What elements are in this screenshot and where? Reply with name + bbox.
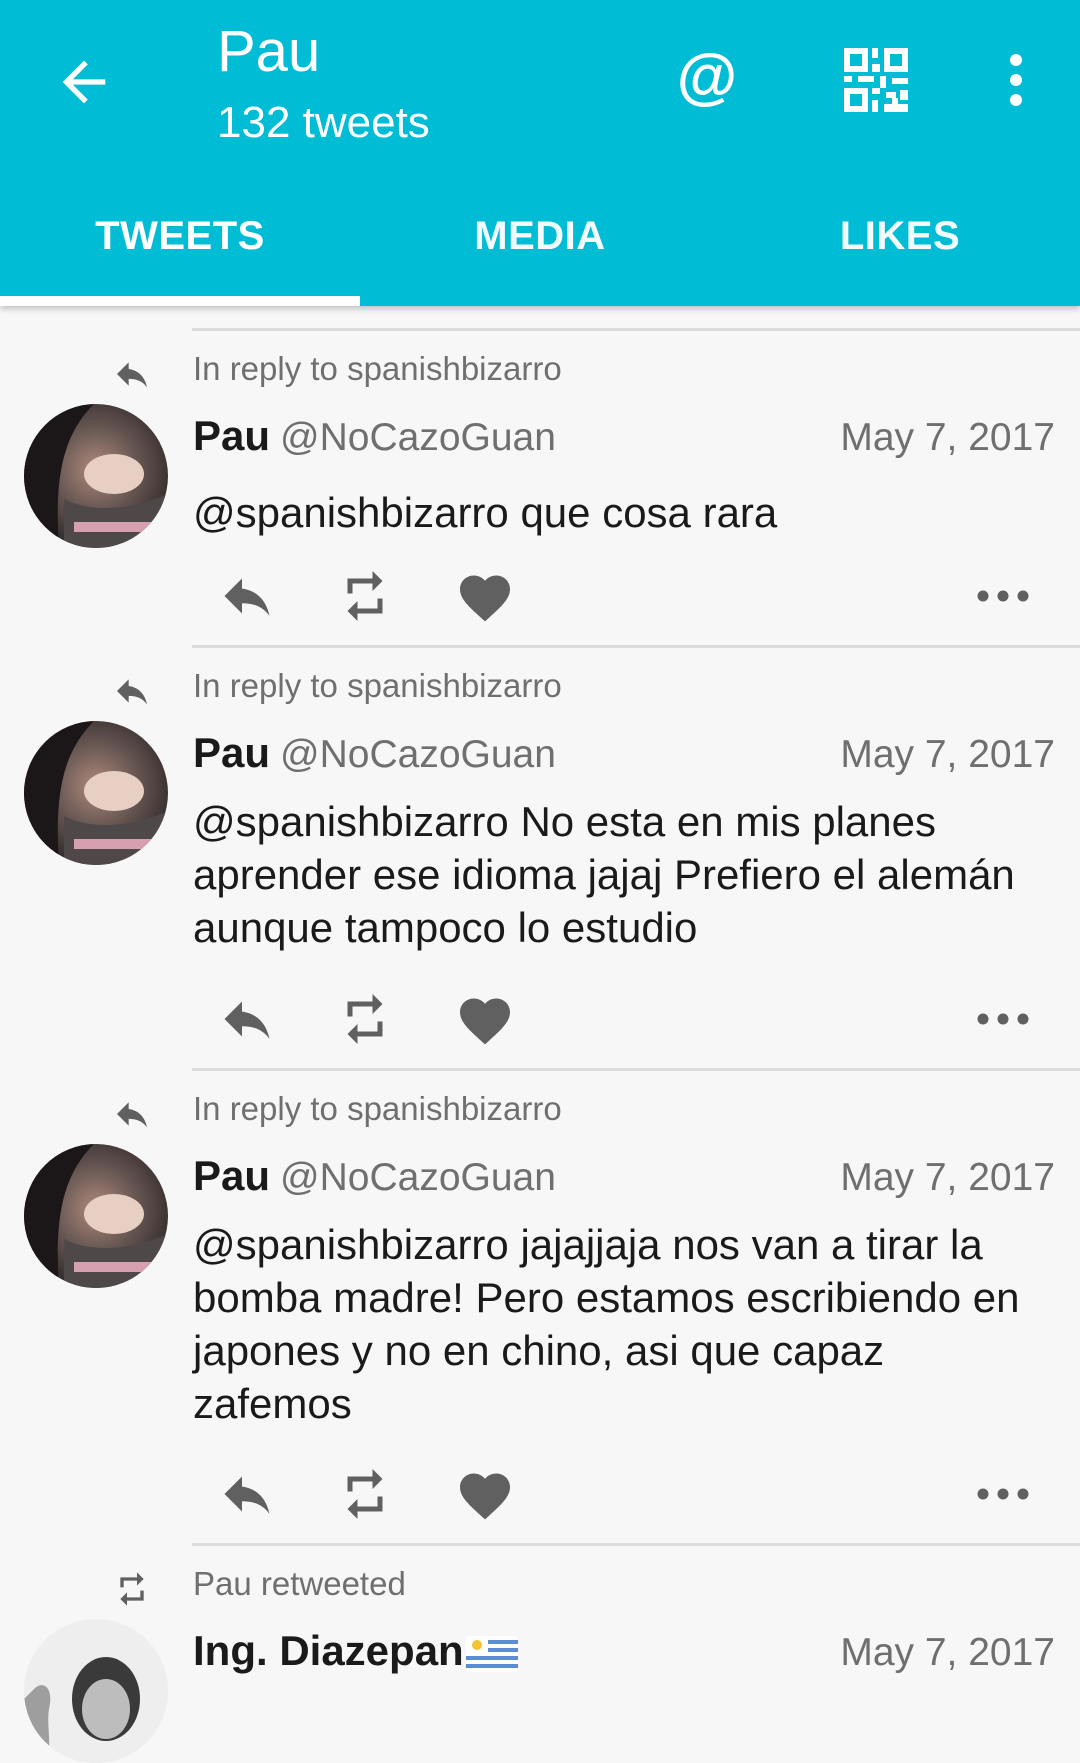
author-line: Ing. Diazepan (193, 1627, 518, 1675)
retweet-icon[interactable] (330, 566, 400, 626)
avatar[interactable] (24, 1619, 168, 1763)
qr-code-button[interactable] (844, 48, 908, 112)
overflow-menu-icon (1010, 54, 1022, 106)
more-options-icon[interactable] (968, 989, 1038, 1049)
reply-icon[interactable] (212, 1464, 282, 1524)
avatar[interactable] (24, 1144, 168, 1288)
at-mention-icon[interactable]: @ (676, 42, 738, 112)
author-handle[interactable]: @NoCazoGuan (280, 733, 556, 776)
uruguay-flag-icon (465, 1635, 518, 1672)
divider (192, 1543, 1080, 1546)
tab-indicator (0, 296, 360, 306)
reply-context-icon (108, 671, 156, 711)
tab-likes[interactable]: LIKES (720, 186, 1080, 306)
tab-media[interactable]: MEDIA (360, 186, 720, 306)
author-name[interactable]: Pau (193, 412, 270, 459)
divider (192, 328, 1080, 331)
reply-context-icon (108, 1094, 156, 1134)
divider (192, 1068, 1080, 1071)
tweet-date: May 7, 2017 (840, 1156, 1055, 1199)
avatar-image (24, 721, 168, 865)
author-name[interactable]: Pau (193, 729, 270, 776)
like-icon[interactable] (450, 568, 520, 628)
tweet-date: May 7, 2017 (840, 1631, 1055, 1674)
tweet-count: 132 tweets (217, 98, 430, 147)
author-name[interactable]: Pau (193, 1152, 270, 1199)
profile-title: Pau (217, 19, 321, 84)
author-line: Pau @NoCazoGuan (193, 1152, 556, 1200)
like-icon[interactable] (450, 1466, 520, 1526)
avatar-image (24, 1619, 168, 1763)
reply-context-label: In reply to spanishbizarro (193, 667, 562, 704)
avatar-image (24, 1144, 168, 1288)
author-line: Pau @NoCazoGuan (193, 729, 556, 777)
author-handle[interactable]: @NoCazoGuan (280, 416, 556, 459)
avatar[interactable] (24, 404, 168, 548)
like-icon[interactable] (450, 991, 520, 1051)
reply-icon[interactable] (212, 989, 282, 1049)
divider (192, 645, 1080, 648)
reply-context-label: In reply to spanishbizarro (193, 1090, 562, 1127)
author-line: Pau @NoCazoGuan (193, 412, 556, 460)
tweet-text: @spanishbizarro que cosa rara (193, 489, 778, 536)
reply-context-label: In reply to spanishbizarro (193, 350, 562, 387)
author-name[interactable]: Ing. Diazepan (193, 1627, 464, 1674)
back-arrow-icon (62, 60, 106, 104)
tab-tweets[interactable]: TWEETS (0, 186, 360, 306)
reply-context-icon (108, 354, 156, 394)
more-options-icon[interactable] (968, 1464, 1038, 1524)
retweet-context-icon (108, 1569, 156, 1609)
app-bar: Pau 132 tweets @ TWEETS MEDIA LIKES (0, 0, 1080, 306)
avatar[interactable] (24, 721, 168, 865)
retweet-context-label: Pau retweeted (193, 1565, 406, 1602)
reply-icon[interactable] (212, 566, 282, 626)
tweet-text: @spanishbizarro No esta en mis planes ap… (193, 798, 1015, 951)
author-handle[interactable]: @NoCazoGuan (280, 1156, 556, 1199)
retweet-icon[interactable] (330, 989, 400, 1049)
tweet-text: @spanishbizarro jajajjaja nos van a tira… (193, 1221, 1020, 1427)
qr-code-icon (844, 48, 908, 112)
tweet-date: May 7, 2017 (840, 416, 1055, 459)
retweet-icon[interactable] (330, 1464, 400, 1524)
tweet-date: May 7, 2017 (840, 733, 1055, 776)
profile-tabs: TWEETS MEDIA LIKES (0, 186, 1080, 306)
overflow-menu-button[interactable] (996, 50, 1036, 110)
more-options-icon[interactable] (968, 566, 1038, 626)
avatar-image (24, 404, 168, 548)
back-button[interactable] (52, 50, 116, 114)
